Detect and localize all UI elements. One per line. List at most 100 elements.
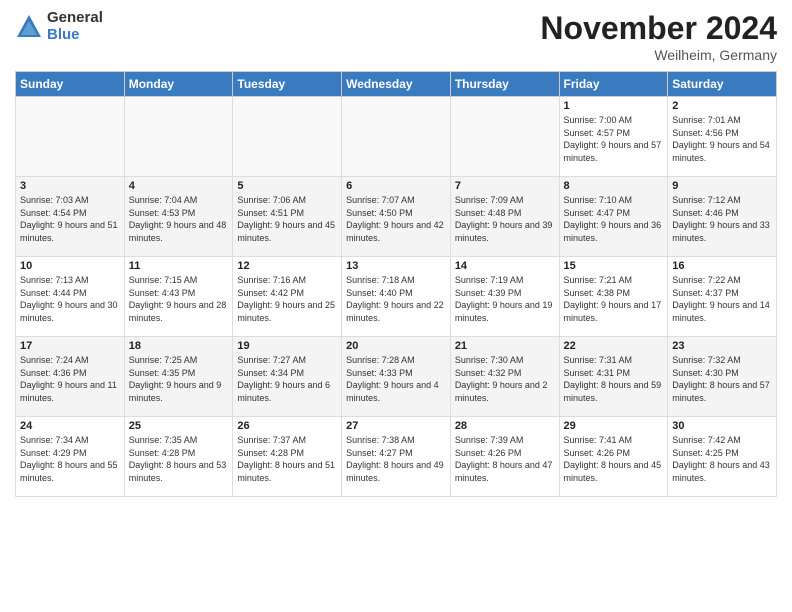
col-sunday: Sunday [16, 72, 125, 97]
calendar-week-1: 1 Sunrise: 7:00 AM Sunset: 4:57 PM Daylig… [16, 97, 777, 177]
day-info: Sunrise: 7:06 AM Sunset: 4:51 PM Dayligh… [237, 194, 337, 244]
calendar-cell: 12 Sunrise: 7:16 AM Sunset: 4:42 PM Dayli… [233, 257, 342, 337]
day-info: Sunrise: 7:35 AM Sunset: 4:28 PM Dayligh… [129, 434, 229, 484]
page-container: General Blue November 2024 Weilheim, Ger… [0, 0, 792, 507]
calendar-cell: 26 Sunrise: 7:37 AM Sunset: 4:28 PM Dayli… [233, 417, 342, 497]
day-number: 12 [237, 260, 337, 272]
header-row: Sunday Monday Tuesday Wednesday Thursday… [16, 72, 777, 97]
day-info: Sunrise: 7:10 AM Sunset: 4:47 PM Dayligh… [564, 194, 664, 244]
day-info: Sunrise: 7:18 AM Sunset: 4:40 PM Dayligh… [346, 274, 446, 324]
day-info: Sunrise: 7:37 AM Sunset: 4:28 PM Dayligh… [237, 434, 337, 484]
calendar-cell: 18Sunrise: 7:25 AM Sunset: 4:35 PM Dayli… [124, 337, 233, 417]
day-info: Sunrise: 7:30 AM Sunset: 4:32 PM Dayligh… [455, 354, 555, 404]
calendar-cell: 7Sunrise: 7:09 AM Sunset: 4:48 PM Daylig… [450, 177, 559, 257]
day-number: 26 [237, 420, 337, 432]
col-saturday: Saturday [668, 72, 777, 97]
day-info: Sunrise: 7:04 AM Sunset: 4:53 PM Dayligh… [129, 194, 229, 244]
day-info: Sunrise: 7:31 AM Sunset: 4:31 PM Dayligh… [564, 354, 664, 404]
calendar-cell: 29 Sunrise: 7:41 AM Sunset: 4:26 PM Dayli… [559, 417, 668, 497]
day-info: Sunrise: 7:38 AM Sunset: 4:27 PM Dayligh… [346, 434, 446, 484]
day-info: Sunrise: 7:16 AM Sunset: 4:42 PM Dayligh… [237, 274, 337, 324]
logo-icon [15, 13, 43, 41]
day-number: 17 [20, 340, 120, 352]
day-number: 19 [237, 340, 337, 352]
calendar-cell: 21 Sunrise: 7:30 AM Sunset: 4:32 PM Dayli… [450, 337, 559, 417]
calendar-cell: 14Sunrise: 7:19 AM Sunset: 4:39 PM Dayli… [450, 257, 559, 337]
calendar-cell: 27 Sunrise: 7:38 AM Sunset: 4:27 PM Dayli… [342, 417, 451, 497]
calendar-cell [124, 97, 233, 177]
calendar-cell: 19 Sunrise: 7:27 AM Sunset: 4:34 PM Dayli… [233, 337, 342, 417]
calendar-cell: 11 Sunrise: 7:15 AM Sunset: 4:43 PM Dayli… [124, 257, 233, 337]
day-number: 15 [564, 260, 664, 272]
calendar-cell: 30 Sunrise: 7:42 AM Sunset: 4:25 PM Dayli… [668, 417, 777, 497]
day-info: Sunrise: 7:34 AM Sunset: 4:29 PM Dayligh… [20, 434, 120, 484]
logo: General Blue [15, 10, 103, 43]
calendar-cell: 13Sunrise: 7:18 AM Sunset: 4:40 PM Dayli… [342, 257, 451, 337]
calendar-cell: 23 Sunrise: 7:32 AM Sunset: 4:30 PM Dayli… [668, 337, 777, 417]
day-info: Sunrise: 7:39 AM Sunset: 4:26 PM Dayligh… [455, 434, 555, 484]
calendar-cell: 15 Sunrise: 7:21 AM Sunset: 4:38 PM Dayli… [559, 257, 668, 337]
day-info: Sunrise: 7:42 AM Sunset: 4:25 PM Dayligh… [672, 434, 772, 484]
calendar-cell: 28Sunrise: 7:39 AM Sunset: 4:26 PM Dayli… [450, 417, 559, 497]
calendar-cell: 1 Sunrise: 7:00 AM Sunset: 4:57 PM Daylig… [559, 97, 668, 177]
day-number: 23 [672, 340, 772, 352]
calendar-week-4: 17 Sunrise: 7:24 AM Sunset: 4:36 PM Dayli… [16, 337, 777, 417]
day-info: Sunrise: 7:25 AM Sunset: 4:35 PM Dayligh… [129, 354, 229, 404]
logo-blue-text: Blue [47, 27, 103, 44]
day-number: 30 [672, 420, 772, 432]
calendar-cell: 25 Sunrise: 7:35 AM Sunset: 4:28 PM Dayli… [124, 417, 233, 497]
day-number: 6 [346, 180, 446, 192]
calendar-week-3: 10 Sunrise: 7:13 AM Sunset: 4:44 PM Dayli… [16, 257, 777, 337]
calendar-cell: 3 Sunrise: 7:03 AM Sunset: 4:54 PM Daylig… [16, 177, 125, 257]
day-info: Sunrise: 7:27 AM Sunset: 4:34 PM Dayligh… [237, 354, 337, 404]
day-number: 14 [455, 260, 555, 272]
day-info: Sunrise: 7:13 AM Sunset: 4:44 PM Dayligh… [20, 274, 120, 324]
calendar-cell: 10 Sunrise: 7:13 AM Sunset: 4:44 PM Dayli… [16, 257, 125, 337]
day-number: 9 [672, 180, 772, 192]
day-info: Sunrise: 7:24 AM Sunset: 4:36 PM Dayligh… [20, 354, 120, 404]
day-info: Sunrise: 7:32 AM Sunset: 4:30 PM Dayligh… [672, 354, 772, 404]
calendar-cell: 9Sunrise: 7:12 AM Sunset: 4:46 PM Daylig… [668, 177, 777, 257]
calendar-cell: 22Sunrise: 7:31 AM Sunset: 4:31 PM Dayli… [559, 337, 668, 417]
day-number: 4 [129, 180, 229, 192]
day-number: 3 [20, 180, 120, 192]
day-number: 11 [129, 260, 229, 272]
title-block: November 2024 Weilheim, Germany [540, 10, 777, 63]
calendar-cell: 17 Sunrise: 7:24 AM Sunset: 4:36 PM Dayli… [16, 337, 125, 417]
col-monday: Monday [124, 72, 233, 97]
day-number: 24 [20, 420, 120, 432]
calendar-cell [233, 97, 342, 177]
day-info: Sunrise: 7:00 AM Sunset: 4:57 PM Dayligh… [564, 114, 664, 164]
col-friday: Friday [559, 72, 668, 97]
day-number: 21 [455, 340, 555, 352]
day-number: 5 [237, 180, 337, 192]
col-tuesday: Tuesday [233, 72, 342, 97]
day-info: Sunrise: 7:15 AM Sunset: 4:43 PM Dayligh… [129, 274, 229, 324]
day-number: 20 [346, 340, 446, 352]
calendar-table: Sunday Monday Tuesday Wednesday Thursday… [15, 71, 777, 497]
month-title: November 2024 [540, 10, 777, 47]
calendar-cell: 5 Sunrise: 7:06 AM Sunset: 4:51 PM Daylig… [233, 177, 342, 257]
logo-text: General Blue [47, 10, 103, 43]
day-number: 8 [564, 180, 664, 192]
day-number: 16 [672, 260, 772, 272]
day-info: Sunrise: 7:03 AM Sunset: 4:54 PM Dayligh… [20, 194, 120, 244]
page-header: General Blue November 2024 Weilheim, Ger… [15, 10, 777, 63]
calendar-week-5: 24 Sunrise: 7:34 AM Sunset: 4:29 PM Dayli… [16, 417, 777, 497]
calendar-cell: 8 Sunrise: 7:10 AM Sunset: 4:47 PM Daylig… [559, 177, 668, 257]
day-info: Sunrise: 7:21 AM Sunset: 4:38 PM Dayligh… [564, 274, 664, 324]
day-number: 25 [129, 420, 229, 432]
col-thursday: Thursday [450, 72, 559, 97]
logo-general-text: General [47, 10, 103, 27]
day-info: Sunrise: 7:28 AM Sunset: 4:33 PM Dayligh… [346, 354, 446, 404]
day-number: 29 [564, 420, 664, 432]
location: Weilheim, Germany [540, 47, 777, 63]
day-number: 10 [20, 260, 120, 272]
day-info: Sunrise: 7:41 AM Sunset: 4:26 PM Dayligh… [564, 434, 664, 484]
day-number: 1 [564, 100, 664, 112]
calendar-cell: 2Sunrise: 7:01 AM Sunset: 4:56 PM Daylig… [668, 97, 777, 177]
calendar-cell [342, 97, 451, 177]
day-number: 27 [346, 420, 446, 432]
calendar-cell [450, 97, 559, 177]
day-number: 2 [672, 100, 772, 112]
